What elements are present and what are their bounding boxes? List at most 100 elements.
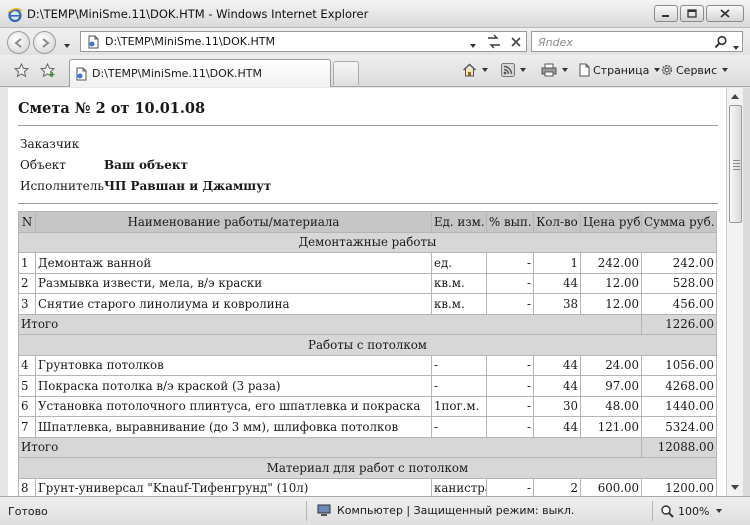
table-row: 1 Демонтаж ванной ед. -1 242.00 242.00 (18, 252, 717, 274)
scroll-down-button[interactable] (727, 479, 743, 495)
search-icon[interactable] (714, 35, 728, 52)
computer-icon (317, 504, 331, 516)
section-header-row: Материал для работ с потолком (18, 457, 717, 479)
address-toolbar: D:\TEMP\MiniSme.11\DOK.HTM Яndex (0, 28, 750, 55)
total-row: Итого 1226.00 (18, 313, 717, 335)
tab-dok-htm[interactable]: D:\TEMP\MiniSme.11\DOK.HTM (69, 59, 331, 87)
object-row: Объект Ваш объект (20, 158, 188, 172)
section-header-row: Демонтажные работы (18, 231, 717, 253)
search-field[interactable]: Яndex (531, 31, 743, 52)
zoom-icon (661, 505, 674, 518)
section-header-row: Работы с потолком (18, 334, 717, 356)
history-dropdown-icon[interactable] (61, 38, 70, 51)
contractor-value: ЧП Равшан и Джамшут (104, 179, 272, 193)
unit-cell: - (431, 416, 487, 438)
percent-cell: - (486, 477, 534, 496)
address-field[interactable]: D:\TEMP\MiniSme.11\DOK.HTM (80, 31, 527, 52)
vertical-scrollbar[interactable] (726, 88, 743, 496)
title-bar: D:\TEMP\MiniSme.11\DOK.HTM - Windows Int… (0, 0, 750, 28)
security-zone[interactable]: Компьютер | Защищенный режим: выкл. (316, 504, 574, 517)
search-dropdown-icon[interactable] (730, 40, 739, 53)
add-favorites-icon[interactable] (39, 62, 56, 81)
window-title: D:\TEMP\MiniSme.11\DOK.HTM - Windows Int… (27, 7, 369, 21)
minimize-icon (662, 14, 669, 17)
zoom-control[interactable]: 100% (660, 504, 723, 518)
address-dropdown-icon[interactable] (467, 38, 476, 51)
gear-icon (661, 64, 673, 76)
document-date: 10.01.08 (134, 100, 206, 117)
unit-cell: кв.м. (431, 272, 487, 294)
close-window-button[interactable] (706, 5, 744, 22)
divider (18, 125, 718, 126)
work-name: Грунтовка потолков (35, 354, 432, 376)
table-row: 4 Грунтовка потолков - -44 24.00 1056.00 (18, 354, 717, 376)
address-text[interactable]: D:\TEMP\MiniSme.11\DOK.HTM (105, 35, 275, 48)
favorites-star-icon[interactable] (13, 62, 30, 81)
quantity-cell: 44 (533, 354, 581, 376)
percent-cell: - (486, 375, 534, 397)
row-number: 2 (18, 272, 36, 294)
price-cell: 600.00 (580, 477, 642, 496)
sum-cell: 528.00 (641, 272, 717, 294)
table-body: Демонтажные работы 1 Демонтаж ванной ед. -1 2… (18, 231, 717, 496)
object-value: Ваш объект (104, 158, 188, 172)
status-bar: Готово Компьютер | Защищенный режим: вык… (0, 496, 750, 525)
home-button[interactable] (462, 63, 488, 77)
stop-icon[interactable] (508, 34, 524, 50)
maximize-button[interactable] (680, 5, 704, 22)
quantity-cell: 44 (533, 272, 581, 294)
document-title-prefix: Смета № 2 (18, 100, 106, 117)
total-row: Итого 12088.00 (18, 436, 717, 458)
customer-row: Заказчик (20, 137, 79, 151)
document-title-from: от (110, 100, 130, 117)
unit-cell: - (431, 354, 487, 376)
scroll-up-button[interactable] (727, 88, 743, 104)
row-number: 6 (18, 395, 36, 417)
forward-button[interactable] (33, 31, 56, 54)
column-header: N (18, 211, 36, 233)
page-menu-label[interactable]: Страница (593, 64, 649, 77)
new-tab-button[interactable] (333, 61, 359, 85)
price-cell: 12.00 (580, 272, 642, 294)
page-menu-button[interactable]: Страница (578, 63, 661, 77)
home-icon (463, 63, 476, 77)
price-cell: 242.00 (580, 252, 642, 274)
minimize-button[interactable] (654, 5, 678, 22)
percent-cell: - (486, 354, 534, 376)
column-header: Кол-во (533, 211, 581, 233)
sum-cell: 4268.00 (641, 375, 717, 397)
sum-cell: 456.00 (641, 293, 717, 315)
tab-label[interactable]: D:\TEMP\MiniSme.11\DOK.HTM (92, 67, 262, 80)
security-zone-label: Компьютер | Защищенный режим: выкл. (337, 504, 575, 517)
quantity-cell: 44 (533, 416, 581, 438)
sum-cell: 1200.00 (641, 477, 717, 496)
table-row: 7 Шпатлевка, выравнивание (до 3 мм), шлиф… (18, 416, 717, 438)
feeds-button[interactable] (501, 63, 526, 77)
price-cell: 12.00 (580, 293, 642, 315)
row-number: 4 (18, 354, 36, 376)
print-button[interactable] (541, 63, 568, 77)
customer-label: Заказчик (20, 137, 80, 151)
page-menu-icon (579, 63, 590, 77)
search-placeholder[interactable]: Яndex (538, 36, 573, 49)
total-value: 12088.00 (641, 436, 717, 458)
quantity-cell: 38 (533, 293, 581, 315)
row-number: 7 (18, 416, 36, 438)
tools-menu-label[interactable]: Сервис (676, 64, 717, 77)
object-label: Объект (20, 158, 66, 172)
back-button[interactable] (7, 31, 30, 54)
quantity-cell: 44 (533, 375, 581, 397)
section-title: Демонтажные работы (18, 231, 717, 253)
divider (18, 203, 718, 204)
tools-menu-button[interactable]: Сервис (660, 63, 729, 77)
work-name: Установка потолочного плинтуса, его шпат… (35, 395, 432, 417)
column-header: Цена руб. (580, 211, 642, 233)
table-row: 2 Размывка извести, мела, в/э краски кв.м.… (18, 272, 717, 294)
refresh-icon[interactable] (484, 34, 504, 49)
table-row: 5 Покраска потолка в/э краской (3 раза) - -… (18, 375, 717, 397)
scrollbar-thumb[interactable] (729, 105, 742, 223)
window-controls (654, 5, 744, 22)
table-header-row: N Наименование работы/материала Ед. изм.… (18, 211, 717, 233)
column-header: % вып. (486, 211, 534, 233)
percent-cell: - (486, 293, 534, 315)
